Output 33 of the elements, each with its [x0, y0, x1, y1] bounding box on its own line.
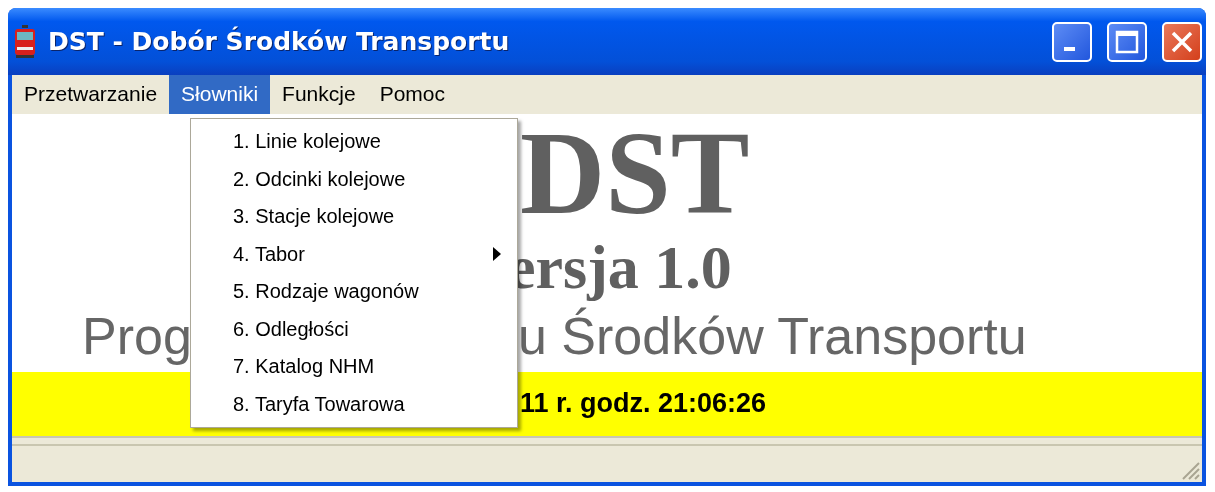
date-time-text: 11 r. godz. 21:06:26	[520, 388, 767, 420]
menu-label: 7. Katalog NHM	[233, 355, 375, 379]
train-icon	[14, 24, 36, 59]
menu-label: 6. Odległości	[233, 317, 349, 341]
close-button[interactable]	[1162, 21, 1202, 62]
dropdown-item[interactable]: 8. Taryfa Towarowa	[191, 385, 517, 423]
dropdown-item[interactable]: 5. Rodzaje wagonów	[191, 273, 517, 311]
logo-text: DST	[520, 113, 750, 232]
menu-label: 3. Stacje kolejowe	[233, 205, 395, 229]
dropdown-item[interactable]: 1. Linie kolejowe	[191, 123, 517, 161]
dropdown-item[interactable]: 7. Katalog NHM	[191, 348, 517, 386]
submenu-arrow-icon	[493, 247, 501, 262]
dropdown-item[interactable]: 6. Odległości	[191, 310, 517, 348]
menu-label: 4. Tabor	[233, 242, 305, 266]
menu-label: 2. Odcinki kolejowe	[233, 167, 406, 191]
minimize-button[interactable]	[1052, 21, 1092, 62]
subtitle-text: Prog	[82, 305, 192, 366]
menu-item[interactable]: Słowniki	[169, 75, 271, 114]
menu-label: 8. Taryfa Towarowa	[233, 392, 405, 416]
dropdown-item[interactable]: 4. Tabor	[191, 235, 517, 273]
menu-item[interactable]: Funkcje	[270, 75, 368, 114]
menu-item[interactable]: Pomoc	[367, 75, 457, 114]
minimize-icon	[1063, 46, 1075, 51]
menu-label: 1. Linie kolejowe	[233, 130, 381, 154]
dropdown-item[interactable]: 2. Odcinki kolejowe	[191, 160, 517, 198]
maximize-button[interactable]	[1107, 21, 1147, 62]
subtitle-text: u Środków Transportu	[518, 305, 1027, 366]
menu-label: 5. Rodzaje wagonów	[233, 280, 419, 304]
dropdown-item[interactable]: 3. Stacje kolejowe	[191, 198, 517, 236]
menu-item[interactable]: Przetwarzanie	[12, 75, 170, 114]
close-icon	[1170, 29, 1194, 54]
maximize-icon	[1115, 29, 1139, 54]
window-title: DST - Dobór Środków Transportu	[48, 27, 511, 57]
